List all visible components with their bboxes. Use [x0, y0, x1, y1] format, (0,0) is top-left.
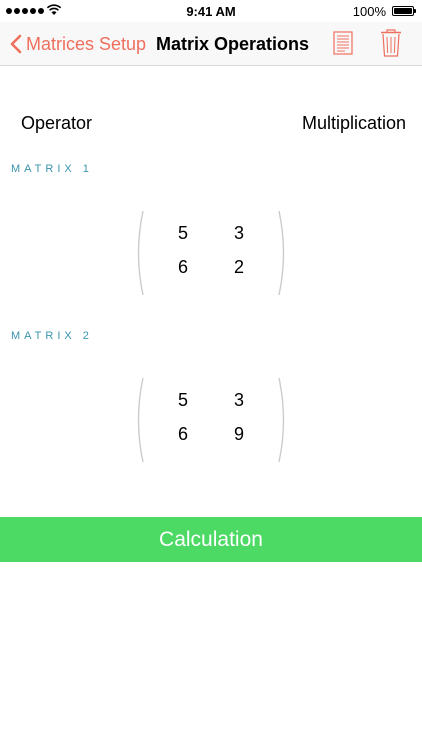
navigation-bar: Matrices Setup Matrix Operations	[0, 22, 422, 66]
back-button[interactable]: Matrices Setup	[10, 22, 146, 66]
battery-percentage: 100%	[352, 4, 386, 19]
operator-label: Operator	[21, 113, 93, 133]
matrix-1[interactable]: 5 3 6 2	[134, 209, 288, 297]
matrix-1-cell-r2c1[interactable]: 6	[168, 257, 198, 278]
calculation-button[interactable]: Calculation	[0, 517, 422, 562]
matrix-2-header: MATRIX 2	[11, 330, 93, 342]
trash-icon[interactable]	[380, 29, 402, 57]
battery-icon	[392, 6, 416, 16]
matrix-1-cell-r2c2[interactable]: 2	[224, 257, 254, 278]
matrix-2-cell-r2c2[interactable]: 9	[224, 424, 254, 445]
right-bracket-icon	[278, 210, 285, 296]
right-bracket-icon	[278, 377, 285, 463]
notes-icon[interactable]	[333, 31, 353, 55]
matrix-2[interactable]: 5 3 6 9	[134, 376, 288, 464]
matrix-1-cell-r1c2[interactable]: 3	[224, 223, 254, 244]
matrix-2-cell-r2c1[interactable]: 6	[168, 424, 198, 445]
left-bracket-icon	[137, 377, 144, 463]
back-button-label: Matrices Setup	[26, 33, 147, 54]
chevron-left-icon	[10, 34, 22, 54]
matrix-2-cell-r1c1[interactable]: 5	[168, 390, 198, 411]
matrix-2-cell-r1c2[interactable]: 3	[224, 390, 254, 411]
left-bracket-icon	[137, 210, 144, 296]
matrix-1-header: MATRIX 1	[11, 163, 93, 175]
matrix-1-cell-r1c1[interactable]: 5	[168, 223, 198, 244]
status-bar: 9:41 AM 100%	[0, 0, 422, 22]
page-title: Matrix Operations	[156, 34, 310, 54]
operator-value[interactable]: Multiplication	[302, 113, 406, 134]
